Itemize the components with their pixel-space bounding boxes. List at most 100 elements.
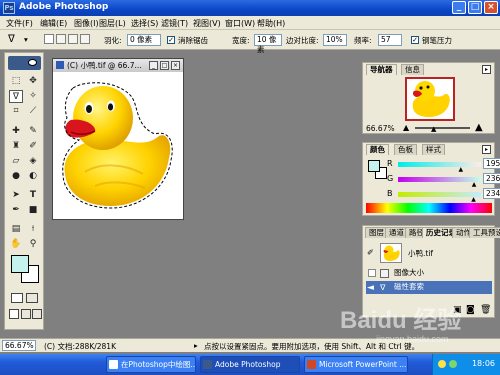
subtract-selection-icon[interactable]: [68, 34, 78, 44]
zoom-slider-track[interactable]: [415, 127, 470, 129]
foreground-color-swatch[interactable]: [11, 255, 29, 273]
green-value-input[interactable]: 236: [483, 173, 500, 184]
blur-tool-icon[interactable]: ●: [9, 170, 23, 183]
slice-tool-icon[interactable]: ⟋: [26, 105, 40, 118]
document-canvas[interactable]: [55, 74, 181, 218]
antialias-checkbox[interactable]: ✓: [167, 36, 175, 44]
doc-close-button[interactable]: ×: [171, 61, 180, 70]
menu-help[interactable]: 帮助(H): [257, 18, 285, 29]
edge-contrast-input[interactable]: 10%: [323, 34, 347, 46]
close-button[interactable]: ×: [484, 1, 498, 14]
color-spectrum-bar[interactable]: [366, 203, 492, 213]
intersect-selection-icon[interactable]: [80, 34, 90, 44]
panel-menu-arrow-icon[interactable]: ▸: [482, 65, 491, 74]
history-brush-tool-icon[interactable]: ✐: [26, 140, 40, 153]
eraser-tool-icon[interactable]: ▱: [9, 155, 23, 168]
history-state-slider-icon[interactable]: ◄: [367, 282, 374, 294]
status-doc-size[interactable]: (C) 文档:288K/281K: [44, 341, 116, 352]
stamp-tool-icon[interactable]: ♜: [9, 140, 23, 153]
tray-volume-icon[interactable]: [449, 360, 457, 368]
menu-edit[interactable]: 编辑(E): [40, 18, 67, 29]
color-panel-fg-swatch[interactable]: [368, 160, 380, 172]
marquee-tool-icon[interactable]: ⬚: [9, 75, 23, 88]
standard-mode-icon[interactable]: [11, 293, 23, 303]
zoom-tool-icon[interactable]: ⚲: [26, 238, 40, 251]
doc-maximize-button[interactable]: □: [160, 61, 169, 70]
menu-window[interactable]: 窗口(W): [225, 18, 255, 29]
history-item-magnetic-lasso[interactable]: ◄ ᐁ 磁性套索: [366, 281, 492, 294]
move-tool-icon[interactable]: ✥: [26, 75, 40, 88]
red-value-input[interactable]: 195: [483, 158, 500, 169]
tab-swatches[interactable]: 色板: [394, 144, 417, 155]
blue-channel-slider[interactable]: [398, 192, 481, 197]
menu-select[interactable]: 选择(S): [131, 18, 158, 29]
blue-value-input[interactable]: 234: [483, 188, 500, 199]
quick-mask-icon[interactable]: [26, 293, 38, 303]
crop-tool-icon[interactable]: ⌗: [9, 105, 23, 118]
green-slider-thumb[interactable]: ▲: [472, 181, 477, 188]
healing-tool-icon[interactable]: ✚: [9, 125, 23, 138]
type-tool-icon[interactable]: T: [26, 189, 40, 202]
history-snapshot-row[interactable]: ✐ 小鸭.tif: [366, 242, 492, 264]
taskbar-item-photoshop[interactable]: Adobe Photoshop: [200, 356, 300, 373]
maximize-button[interactable]: □: [468, 1, 482, 14]
hand-tool-icon[interactable]: ✋: [9, 238, 23, 251]
shape-tool-icon[interactable]: ■: [26, 204, 40, 217]
lasso-tool-preset-icon[interactable]: ᐁ: [8, 34, 15, 45]
color-panel-menu-arrow-icon[interactable]: ▸: [482, 145, 491, 154]
red-channel-slider[interactable]: [398, 162, 481, 167]
notes-tool-icon[interactable]: ▤: [9, 223, 23, 236]
path-select-tool-icon[interactable]: ➤: [9, 189, 23, 202]
add-selection-icon[interactable]: [56, 34, 66, 44]
pen-pressure-checkbox[interactable]: ✓: [411, 36, 419, 44]
standard-screen-icon[interactable]: [9, 309, 19, 319]
blue-slider-thumb[interactable]: ▲: [471, 196, 476, 203]
tab-color[interactable]: 颜色: [366, 144, 389, 155]
taskbar-item-browser[interactable]: 在Photoshop中绘图...: [106, 356, 196, 373]
red-slider-thumb[interactable]: ▲: [458, 166, 463, 173]
history-brush-source-icon[interactable]: ✐: [367, 248, 374, 257]
new-selection-icon[interactable]: [44, 34, 54, 44]
frequency-input[interactable]: 57: [378, 34, 402, 46]
eyedropper-tool-icon[interactable]: ⟊: [26, 223, 40, 236]
tab-navigator[interactable]: 导航器: [366, 64, 397, 75]
full-screen-menu-icon[interactable]: [21, 309, 31, 319]
menu-filter[interactable]: 滤镜(T): [161, 18, 188, 29]
zoom-out-icon[interactable]: ▲: [403, 123, 409, 132]
bucket-tool-icon[interactable]: ◈: [26, 155, 40, 168]
magic-wand-tool-icon[interactable]: ✧: [26, 90, 40, 103]
taskbar-clock[interactable]: 18:06: [472, 359, 495, 368]
history-item-image-size[interactable]: 图像大小: [366, 267, 492, 280]
tray-network-icon[interactable]: [438, 360, 446, 368]
navigator-zoom-value[interactable]: 66.67%: [366, 124, 395, 133]
options-bar: ᐁ ▾ 羽化: 0 像素 ✓ 消除锯齿 宽度: 10 像素 边对比度: 10% …: [0, 30, 500, 54]
menu-file[interactable]: 文件(F): [6, 18, 33, 29]
brush-tool-icon[interactable]: ✎: [26, 125, 40, 138]
menu-layer[interactable]: 图层(L): [99, 18, 126, 29]
zoom-slider-thumb[interactable]: ▲: [431, 125, 436, 133]
width-input[interactable]: 10 像素: [254, 34, 282, 54]
navigator-thumbnail[interactable]: [405, 77, 455, 121]
minimize-button[interactable]: _: [452, 1, 466, 14]
full-screen-icon[interactable]: [32, 309, 42, 319]
green-channel-slider[interactable]: [398, 177, 481, 182]
menu-bar: 文件(F) 编辑(E) 图像(I) 图层(L) 选择(S) 滤镜(T) 视图(V…: [0, 16, 500, 30]
tab-tool-presets[interactable]: 工具预设: [469, 227, 500, 238]
new-document-icon[interactable]: ▣: [453, 305, 462, 315]
lasso-tool-icon[interactable]: ᐁ: [9, 90, 23, 103]
pen-tool-icon[interactable]: ✒: [9, 204, 23, 217]
status-zoom-input[interactable]: 66.67%: [2, 340, 36, 351]
history-source-checkbox[interactable]: [368, 269, 376, 277]
zoom-in-icon[interactable]: ▲: [475, 122, 483, 133]
dodge-tool-icon[interactable]: ◐: [26, 170, 40, 183]
preset-dropdown-icon[interactable]: ▾: [24, 35, 28, 44]
taskbar-item-powerpoint[interactable]: Microsoft PowerPoint ...: [304, 356, 408, 373]
tab-info[interactable]: 信息: [401, 64, 424, 75]
menu-image[interactable]: 图像(I): [74, 18, 99, 29]
feather-input[interactable]: 0 像素: [127, 34, 161, 46]
menu-view[interactable]: 视图(V): [193, 18, 221, 29]
new-snapshot-icon[interactable]: ◙: [466, 305, 475, 315]
trash-icon[interactable]: 🗑: [480, 305, 491, 315]
tab-styles[interactable]: 样式: [422, 144, 445, 155]
doc-minimize-button[interactable]: _: [149, 61, 158, 70]
